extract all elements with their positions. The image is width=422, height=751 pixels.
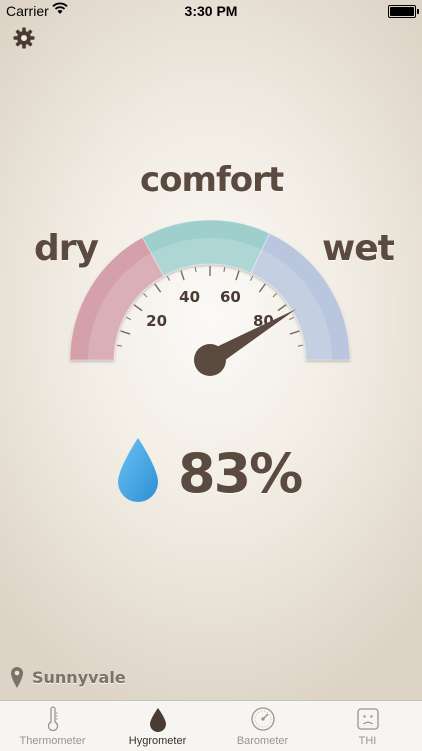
tab-thermometer[interactable]: Thermometer — [0, 701, 105, 751]
gauge-tick — [133, 304, 143, 312]
humidity-gauge: 20 40 60 80 — [69, 219, 351, 376]
tab-label: THI — [358, 735, 377, 747]
tab-label: Barometer — [236, 735, 289, 747]
gauge-tick — [194, 267, 197, 273]
tab-label: Thermometer — [19, 735, 86, 747]
gauge-tick — [289, 330, 300, 335]
gauge-tick — [180, 270, 185, 281]
gauge-tick — [120, 330, 131, 335]
gauge-tick — [166, 276, 171, 281]
gauge-tick — [249, 276, 254, 281]
gauge-tick — [235, 270, 240, 281]
tab-bar: Thermometer Hygrometer Barometer THI — [0, 700, 422, 751]
tick-label-40: 40 — [179, 288, 200, 306]
water-drop-icon — [118, 438, 158, 502]
gauge-tick — [289, 316, 294, 321]
gauge-tick — [223, 267, 226, 273]
gauge-needle-hub — [194, 344, 226, 376]
sad-face-icon — [357, 708, 379, 730]
gauge-tick — [277, 304, 287, 312]
gauge-tick — [143, 293, 148, 298]
thermometer-icon — [47, 706, 59, 732]
drop-icon — [150, 708, 166, 732]
gauge-tick — [117, 344, 123, 347]
tab-label: Hygrometer — [128, 735, 187, 747]
gauge-tick — [126, 316, 131, 321]
tab-thi[interactable]: THI — [315, 701, 420, 751]
gauge-tick — [272, 293, 277, 298]
location-pin-icon — [11, 667, 23, 688]
humidity-value: 83% — [178, 442, 303, 505]
gauge-tick — [258, 283, 266, 293]
tab-hygrometer[interactable]: Hygrometer — [105, 701, 210, 751]
location-name: Sunnyvale — [32, 668, 126, 687]
humidity-reading: 83% — [0, 430, 422, 520]
barometer-icon — [251, 707, 275, 731]
tab-barometer[interactable]: Barometer — [210, 701, 315, 751]
tick-label-20: 20 — [146, 312, 167, 330]
tick-label-60: 60 — [220, 288, 241, 306]
gauge-tick — [154, 283, 162, 293]
gauge-tick — [297, 344, 303, 347]
